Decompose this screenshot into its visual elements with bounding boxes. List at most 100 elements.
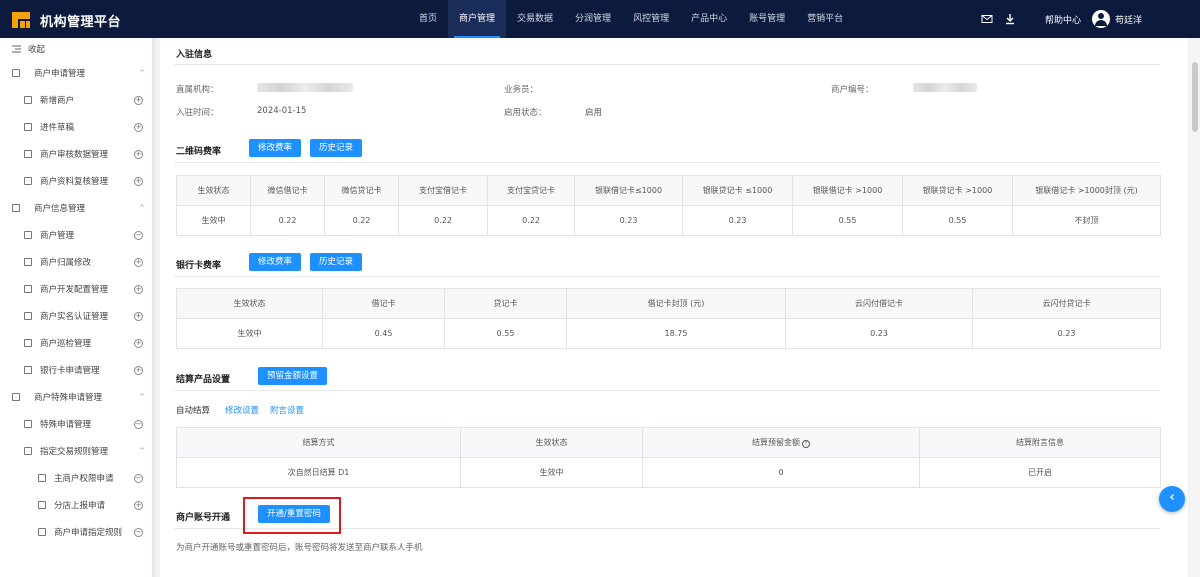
table-cell: 18.75 <box>566 318 786 349</box>
nav-item-marketing[interactable]: 营销平台 <box>796 0 854 38</box>
sidebar-item[interactable]: 商户审核数据管理 + <box>0 143 155 165</box>
sidebar-item[interactable]: 新增商户 + <box>0 89 155 111</box>
username[interactable]: 苟廷洋 <box>1115 13 1142 26</box>
minus-circle-icon[interactable]: − <box>134 527 143 537</box>
sidebar-item[interactable]: 商户开发配置管理 + <box>0 278 155 300</box>
reserve-amount-button[interactable]: 预留金额设置 <box>258 367 328 385</box>
qr-history-button[interactable]: 历史记录 <box>310 139 363 157</box>
table-header-row: 生效状态 微信借记卡 微信贷记卡 支付宝借记卡 支付宝贷记卡 银联借记卡≤1000 银联贷记… <box>176 175 1161 206</box>
sidebar-item-label: 商户申请管理 <box>34 69 86 79</box>
modify-settings-link[interactable]: 修改设置 <box>225 404 259 416</box>
merchant-no-redacted <box>913 83 977 92</box>
menu-item-icon <box>24 420 32 428</box>
nav-item-accounts[interactable]: 账号管理 <box>738 0 796 38</box>
collapse-panel-button[interactable]: ‹ <box>1159 486 1185 512</box>
table-header-cell: 微信贷记卡 <box>324 175 399 206</box>
table-header-cell: 借记卡封顶 (元) <box>566 288 786 319</box>
menu-item-icon <box>24 258 32 266</box>
menu-item-icon <box>12 393 20 401</box>
sidebar-item[interactable]: 商户归属修改 + <box>0 251 155 273</box>
bank-modify-rate-button[interactable]: 修改费率 <box>249 253 302 271</box>
plus-circle-icon[interactable]: + <box>134 122 143 132</box>
sidebar-item[interactable]: 商户特殊申请管理 ^ <box>0 386 155 408</box>
table-row: 生效中 0.22 0.22 0.22 0.22 0.23 0.23 0.55 0.55 不封顶 <box>176 205 1161 236</box>
plus-circle-icon[interactable]: + <box>134 176 143 186</box>
sidebar-scrollbar[interactable] <box>152 38 155 577</box>
settle-header-reserve-label: 结算预留金额 <box>752 438 800 447</box>
sidebar-item[interactable]: 特殊申请管理 − <box>0 413 155 435</box>
join-time-value: 2024-01-15 <box>257 106 307 116</box>
bank-history-button[interactable]: 历史记录 <box>310 253 363 271</box>
plus-circle-icon[interactable]: + <box>134 284 143 294</box>
question-icon[interactable]: ? <box>802 440 810 448</box>
sidebar-item[interactable]: 商户实名认证管理 + <box>0 305 155 327</box>
plus-circle-icon[interactable]: + <box>134 365 143 375</box>
nav-item-profit[interactable]: 分润管理 <box>564 0 622 38</box>
download-icon[interactable] <box>1004 13 1016 25</box>
nav-item-transactions[interactable]: 交易数据 <box>506 0 564 38</box>
chevron-up-icon[interactable]: ^ <box>139 69 145 77</box>
table-header-row: 结算方式 生效状态 结算预留金额? 结算附言信息 <box>176 427 1161 458</box>
sidebar-item[interactable]: 指定交易规则管理 ^ <box>0 440 155 462</box>
sidebar-collapse[interactable]: 收起 <box>0 38 155 60</box>
table-header-cell: 云闪付贷记卡 <box>972 288 1161 319</box>
nav-item-risk[interactable]: 风控管理 <box>622 0 680 38</box>
menu-item-icon <box>12 204 20 212</box>
plus-circle-icon[interactable]: + <box>134 338 143 348</box>
plus-circle-icon[interactable]: + <box>134 311 143 321</box>
minus-circle-icon[interactable]: − <box>134 473 143 483</box>
plus-circle-icon[interactable]: + <box>134 257 143 267</box>
sidebar-item[interactable]: 商户信息管理 ^ <box>0 197 155 219</box>
sidebar-item[interactable]: 分店上报申请 + <box>0 494 155 516</box>
table-header-cell: 支付宝贷记卡 <box>487 175 575 206</box>
sidebar-item[interactable]: 商户管理 − <box>0 224 155 246</box>
attach-settings-link[interactable]: 附言设置 <box>270 404 304 416</box>
avatar[interactable] <box>1092 10 1110 28</box>
help-center-link[interactable]: 帮助中心 <box>1045 13 1081 26</box>
divider <box>174 276 1160 277</box>
menu-item-icon <box>24 231 32 239</box>
mail-icon[interactable] <box>981 13 993 25</box>
table-cell: 0.23 <box>972 318 1161 349</box>
menu-item-icon <box>24 447 32 455</box>
menu-item-icon <box>24 123 32 131</box>
plus-circle-icon[interactable]: + <box>134 500 143 510</box>
nav-item-home[interactable]: 首页 <box>408 0 448 38</box>
plus-circle-icon[interactable]: + <box>134 95 143 105</box>
table-cell: 0.22 <box>398 205 488 236</box>
sidebar-item[interactable]: 商户申请指定规则 − <box>0 521 155 543</box>
sidebar-item[interactable]: 进件草稿 + <box>0 116 155 138</box>
chevron-up-icon[interactable]: ^ <box>139 447 145 455</box>
join-time-label: 入驻时间： <box>176 108 219 118</box>
app-logo <box>12 10 30 28</box>
sidebar-item[interactable]: 银行卡申请管理 + <box>0 359 155 381</box>
menu-item-icon <box>24 177 32 185</box>
menu-item-icon <box>24 150 32 158</box>
sidebar-item-label: 分店上报申请 <box>54 501 106 511</box>
settle-cell: 生效中 <box>460 457 643 488</box>
sidebar-item[interactable]: 商户申请管理 ^ <box>0 62 155 84</box>
nav-item-products[interactable]: 产品中心 <box>680 0 738 38</box>
table-header-cell: 生效状态 <box>176 288 323 319</box>
chevron-up-icon[interactable]: ^ <box>139 393 145 401</box>
settle-header-status: 生效状态 <box>460 427 643 458</box>
plus-circle-icon[interactable]: + <box>134 149 143 159</box>
table-header-cell: 银联贷记卡 ≤1000 <box>682 175 793 206</box>
chevron-up-icon[interactable]: ^ <box>139 204 145 212</box>
qr-modify-rate-button[interactable]: 修改费率 <box>249 139 302 157</box>
account-note: 为商户开通账号或重置密码后，账号密码将发送至商户联系人手机 <box>176 543 423 553</box>
table-header-cell: 支付宝借记卡 <box>398 175 488 206</box>
table-header-cell: 贷记卡 <box>444 288 567 319</box>
sidebar-item[interactable]: 商户巡检管理 + <box>0 332 155 354</box>
merchant-no-label: 商户编号： <box>831 85 874 95</box>
scrollbar-thumb[interactable] <box>1192 62 1198 132</box>
page-scrollbar[interactable] <box>1190 38 1200 577</box>
sidebar-item[interactable]: 商户资料复核管理 + <box>0 170 155 192</box>
sidebar-item-label: 商户开发配置管理 <box>40 285 109 295</box>
table-header-cell: 银联借记卡≤1000 <box>574 175 683 206</box>
nav-item-merchant[interactable]: 商户管理 <box>448 0 507 38</box>
settle-cell: 已开启 <box>919 457 1161 488</box>
minus-circle-icon[interactable]: − <box>134 419 143 429</box>
minus-circle-icon[interactable]: − <box>134 230 143 240</box>
sidebar-item[interactable]: 主商户权限申请 − <box>0 467 155 489</box>
